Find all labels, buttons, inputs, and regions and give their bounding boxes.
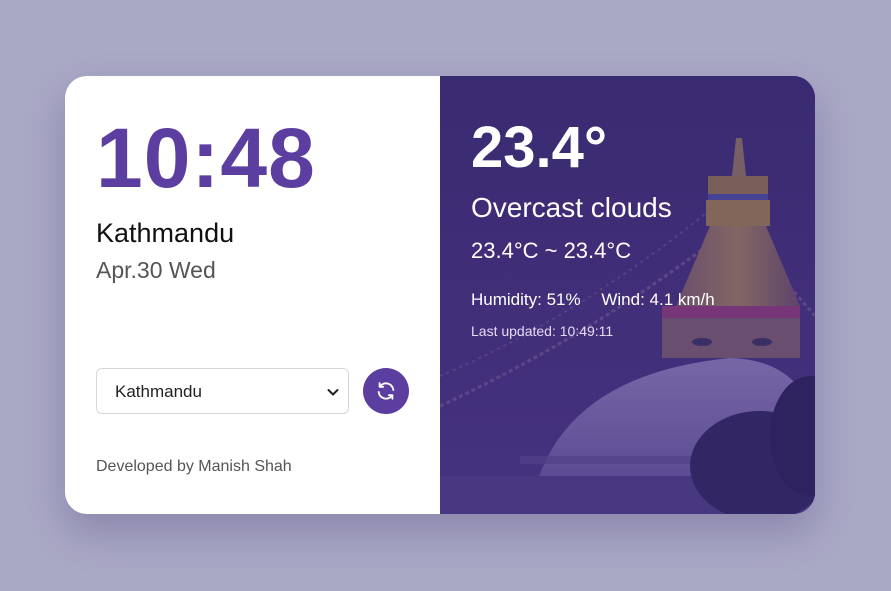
location-select[interactable]: Kathmandu <box>96 368 349 414</box>
developer-credit: Developed by Manish Shah <box>96 458 292 475</box>
current-date: Apr.30 Wed <box>96 257 216 283</box>
wind-speed: Wind: 4.1 km/h <box>601 290 715 309</box>
weather-description: Overcast clouds <box>471 192 672 223</box>
refresh-icon <box>377 382 395 400</box>
humidity: Humidity: 51% <box>471 290 581 309</box>
temperature-range: 23.4°C ~ 23.4°C <box>471 238 632 263</box>
weather-card: 10:48 Kathmandu Apr.30 Wed Kathmandu Dev… <box>65 76 815 514</box>
weather-metrics: Humidity: 51% Wind: 4.1 km/h <box>471 290 715 310</box>
city-name: Kathmandu <box>96 218 235 248</box>
weather-panel: 23.4° Overcast clouds 23.4°C ~ 23.4°C Hu… <box>440 76 815 514</box>
chevron-down-icon <box>327 389 339 396</box>
clock-time: 10:48 <box>96 111 316 205</box>
temperature: 23.4° <box>471 115 608 180</box>
location-select-value: Kathmandu <box>115 382 202 401</box>
last-updated: Last updated: 10:49:11 <box>471 323 614 339</box>
refresh-button[interactable] <box>363 368 409 414</box>
clock-panel: 10:48 Kathmandu Apr.30 Wed Kathmandu Dev… <box>65 76 440 514</box>
